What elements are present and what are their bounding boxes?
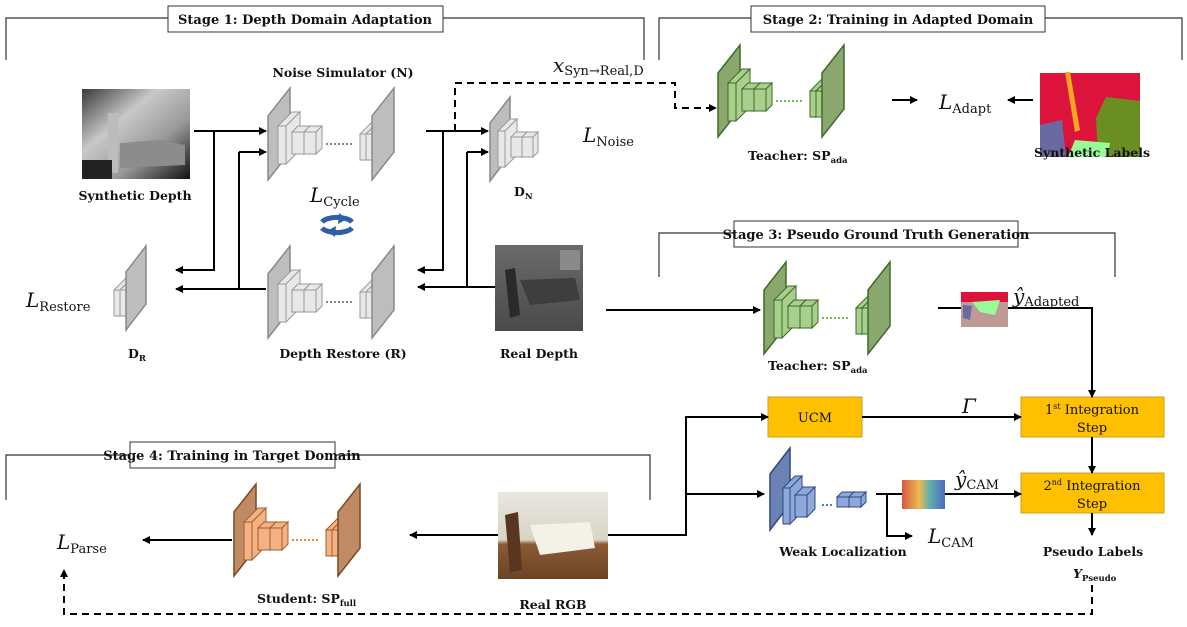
- svg-text:Step: Step: [1077, 421, 1107, 436]
- svg-text:ŷCAM: ŷCAM: [954, 467, 999, 493]
- depth-restore-label: Depth Restore (R): [279, 346, 406, 361]
- l-parse-label: LParse: [56, 530, 107, 557]
- stage4-bracket: Stage 4: Training in Target Domain: [5, 441, 651, 500]
- student-network-decoder-slab: [337, 481, 361, 579]
- teacher-stage2-network: [717, 42, 845, 140]
- stage3-title: Stage 3: Pseudo Ground Truth Generation: [723, 228, 1030, 243]
- l-adapt-label: LAdapt: [938, 90, 992, 117]
- cam-heatmap-image: [902, 480, 945, 509]
- teacher-stage3-network: [763, 259, 891, 357]
- depth-restore-network: [267, 243, 395, 341]
- depth-restore-network-decoder-slab: [371, 243, 395, 341]
- depth-restore-network-block-2: [302, 282, 324, 314]
- l-noise-label: LNoise: [582, 123, 634, 150]
- student-network: [233, 481, 361, 579]
- discriminator-r-slab: [125, 243, 147, 333]
- cycle-icon: [320, 213, 354, 237]
- svg-text:LNoise: LNoise: [582, 123, 634, 150]
- noise-simulator-network: [267, 85, 395, 183]
- x-syn-real-label: xSyn→Real,D: [553, 53, 644, 79]
- noise-simulator-network-decoder-slab: [371, 85, 395, 183]
- y-cam-label: ŷCAM: [954, 467, 999, 493]
- svg-text:UCM: UCM: [798, 411, 832, 426]
- svg-text:LCycle: LCycle: [309, 183, 360, 210]
- weak-localization-label: Weak Localization: [778, 544, 907, 559]
- noise-simulator-label: Noise Simulator (N): [272, 65, 413, 80]
- teacher-stage3-label: Teacher: SPada: [768, 358, 868, 376]
- weak-loc-block-3: [847, 490, 868, 509]
- d-r-label: DR: [128, 346, 147, 364]
- l-cam-label: LCAM: [927, 524, 974, 551]
- noise-simulator-network-block-2: [302, 124, 324, 156]
- d-n-label: DN: [514, 184, 533, 202]
- svg-text:Teacher: SPada: Teacher: SPada: [748, 148, 848, 166]
- discriminator-n: [489, 94, 540, 184]
- weak-localization-network: [769, 445, 868, 533]
- student-network-block-2: [268, 520, 290, 552]
- stage4-title: Stage 4: Training in Target Domain: [103, 449, 361, 464]
- ucm-box: UCM: [767, 396, 863, 438]
- teacher-stage2-network-decoder-slab: [821, 42, 845, 140]
- teacher-stage3-network-decoder-slab: [867, 259, 891, 357]
- real-rgb-label: Real RGB: [519, 597, 586, 612]
- svg-text:DR: DR: [128, 346, 147, 364]
- svg-text:Step: Step: [1077, 497, 1107, 512]
- integration-step-2-box: 2nd Integration Step: [1020, 472, 1165, 514]
- real-rgb-image: [498, 492, 608, 579]
- synthetic-labels-caption: Synthetic Labels: [1034, 145, 1150, 160]
- teacher-stage2-network-block-2: [752, 81, 774, 113]
- svg-text:LCAM: LCAM: [927, 524, 974, 551]
- discriminator-n-block-2: [520, 130, 540, 159]
- adapted-prediction-image: [961, 292, 1008, 327]
- real-depth-label: Real Depth: [500, 346, 578, 361]
- svg-text:YPseudo: YPseudo: [1073, 566, 1117, 584]
- l-cycle-label: LCycle: [309, 183, 360, 210]
- weak-loc-block-1: [793, 485, 817, 519]
- pipeline-diagram: Stage 1: Depth Domain Adaptation Stage 2…: [5, 5, 1183, 615]
- svg-text:DN: DN: [514, 184, 533, 202]
- real-depth-image: [495, 245, 583, 331]
- teacher-stage2-label: Teacher: SPada: [748, 148, 848, 166]
- svg-text:ŷAdapted: ŷAdapted: [1012, 284, 1079, 310]
- teacher-stage3-network-block-2: [798, 298, 820, 330]
- pseudo-labels-label: Pseudo Labels: [1043, 544, 1143, 559]
- integration-step-1-box: 1st Integration Step: [1020, 396, 1165, 438]
- l-restore-label: LRestore: [25, 288, 91, 315]
- svg-text:LAdapt: LAdapt: [938, 90, 992, 117]
- stage1-title: Stage 1: Depth Domain Adaptation: [178, 13, 432, 28]
- svg-text:Student: SPfull: Student: SPfull: [257, 591, 357, 609]
- discriminator-r: [112, 243, 147, 333]
- synthetic-depth-label: Synthetic Depth: [78, 188, 191, 203]
- synthetic-depth-image: [82, 89, 190, 179]
- svg-text:LParse: LParse: [56, 530, 107, 557]
- gamma-label: Γ: [961, 394, 977, 418]
- svg-text:Teacher: SPada: Teacher: SPada: [768, 358, 868, 376]
- stage1-bracket: Stage 1: Depth Domain Adaptation: [5, 5, 645, 60]
- student-label: Student: SPfull: [257, 591, 357, 609]
- stage2-title: Stage 2: Training in Adapted Domain: [763, 13, 1034, 28]
- y-pseudo-label: YPseudo: [1073, 566, 1117, 584]
- y-adapted-label: ŷAdapted: [1012, 284, 1079, 310]
- svg-text:LRestore: LRestore: [25, 288, 91, 315]
- svg-text:xSyn→Real,D: xSyn→Real,D: [553, 53, 644, 79]
